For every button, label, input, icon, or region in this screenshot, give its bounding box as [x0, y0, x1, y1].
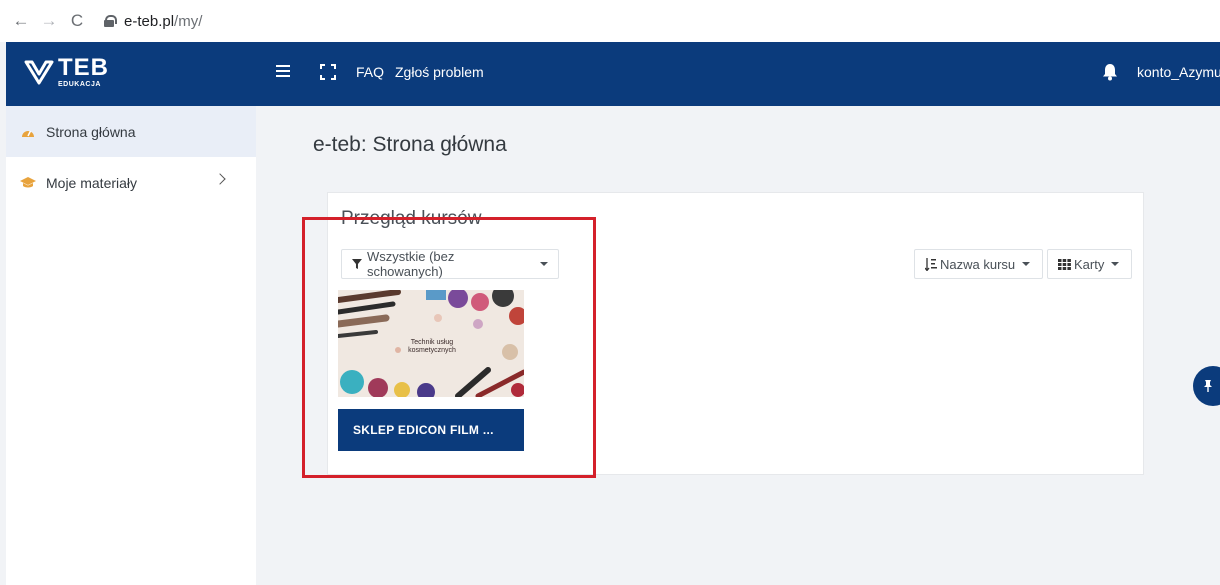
sidebar-item-label: Strona główna: [46, 123, 136, 140]
sidebar-item-label: Moje materiały: [46, 174, 138, 191]
caret-down-icon: [1111, 262, 1120, 266]
reload-button[interactable]: C: [66, 10, 88, 32]
lock-icon: [104, 15, 117, 27]
view-label: Karty: [1074, 256, 1105, 272]
menu-toggle-icon[interactable]: [276, 65, 290, 77]
faq-link[interactable]: FAQ: [356, 64, 384, 80]
thumbtack-icon: [1204, 380, 1212, 392]
sidebar-item-my-materials[interactable]: Moje materiały: [6, 157, 256, 208]
teb-logo[interactable]: TEB EDUKACJA: [24, 56, 109, 88]
report-problem-link[interactable]: Zgłoś problem: [395, 64, 484, 80]
teb-logo-icon: [24, 60, 54, 85]
pin-block-button[interactable]: [1193, 366, 1220, 406]
logo-main-text: TEB: [58, 54, 109, 81]
page-title: e-teb: Strona główna: [313, 133, 507, 156]
sidebar-item-home[interactable]: Strona główna: [6, 106, 256, 157]
top-navbar: TEB EDUKACJA FAQ Zgłoś problem konto_Azy…: [6, 42, 1220, 106]
graduation-cap-icon: [20, 175, 36, 191]
url-host: e-teb.pl: [124, 12, 175, 30]
caret-down-icon: [1022, 262, 1031, 266]
url-path: /my/: [174, 12, 203, 30]
dashboard-icon: [20, 124, 36, 140]
view-dropdown[interactable]: Karty: [1047, 249, 1132, 279]
sort-alpha-icon: [925, 257, 937, 271]
bell-icon[interactable]: [1102, 63, 1118, 81]
logo-sub-text: EDUKACJA: [58, 81, 101, 88]
grid-view-icon: [1058, 258, 1071, 270]
sort-label: Nazwa kursu: [940, 256, 1016, 272]
browser-toolbar: ← → C e-teb.pl/my/: [0, 0, 1220, 42]
address-bar[interactable]: e-teb.pl/my/: [104, 10, 202, 32]
sidebar: Strona główna Moje materiały: [6, 106, 256, 585]
chevron-right-icon[interactable]: [214, 173, 226, 185]
back-button[interactable]: ←: [10, 10, 32, 32]
user-menu[interactable]: konto_Azymu: [1137, 64, 1220, 80]
highlight-box: [302, 217, 596, 478]
fullscreen-icon[interactable]: [320, 64, 336, 80]
sort-dropdown[interactable]: Nazwa kursu: [914, 249, 1043, 279]
forward-button[interactable]: →: [38, 10, 60, 32]
